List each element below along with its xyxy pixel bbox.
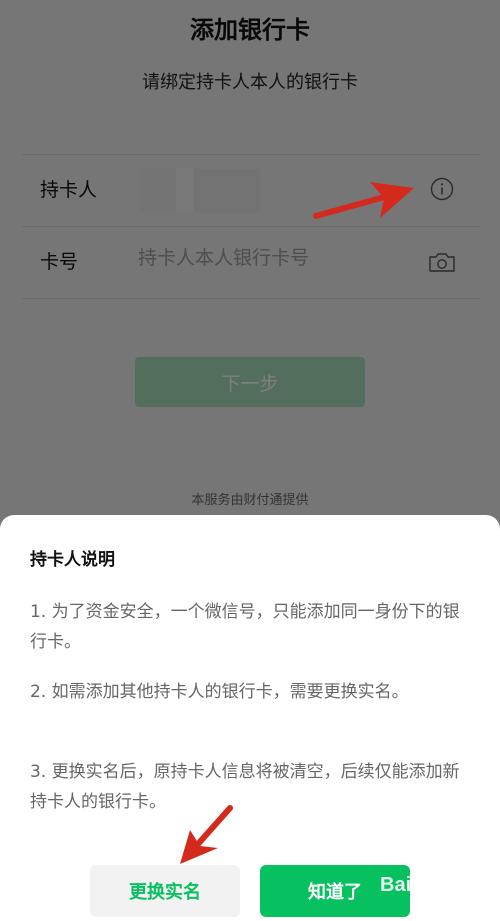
red-arrow-annotation-bottom: [180, 805, 233, 864]
watermark-text: Bai: [380, 874, 412, 896]
change-real-name-button[interactable]: 更换实名: [90, 865, 240, 917]
sheet-title: 持卡人说明: [30, 550, 115, 570]
watermark-small-text: 经验: [442, 878, 464, 891]
red-arrow-annotation-top: [313, 182, 414, 219]
holder-info-sheet: 持卡人说明 1. 为了资金安全，一个微信号，只能添加同一身份下的银行卡。 2. …: [0, 515, 500, 921]
watermark-url: jingyan.baidu.com: [430, 902, 500, 913]
baidu-jingyan-watermark: Bai 经验 jingyan.baidu.com: [380, 866, 500, 918]
sheet-item-1: 1. 为了资金安全，一个微信号，只能添加同一身份下的银行卡。: [30, 602, 460, 652]
sheet-item-3: 3. 更换实名后，原持卡人信息将被清空，后续仅能添加新持卡人的银行卡。: [30, 762, 460, 812]
sheet-item-2: 2. 如需添加其他持卡人的银行卡，需要更换实名。: [30, 682, 409, 702]
